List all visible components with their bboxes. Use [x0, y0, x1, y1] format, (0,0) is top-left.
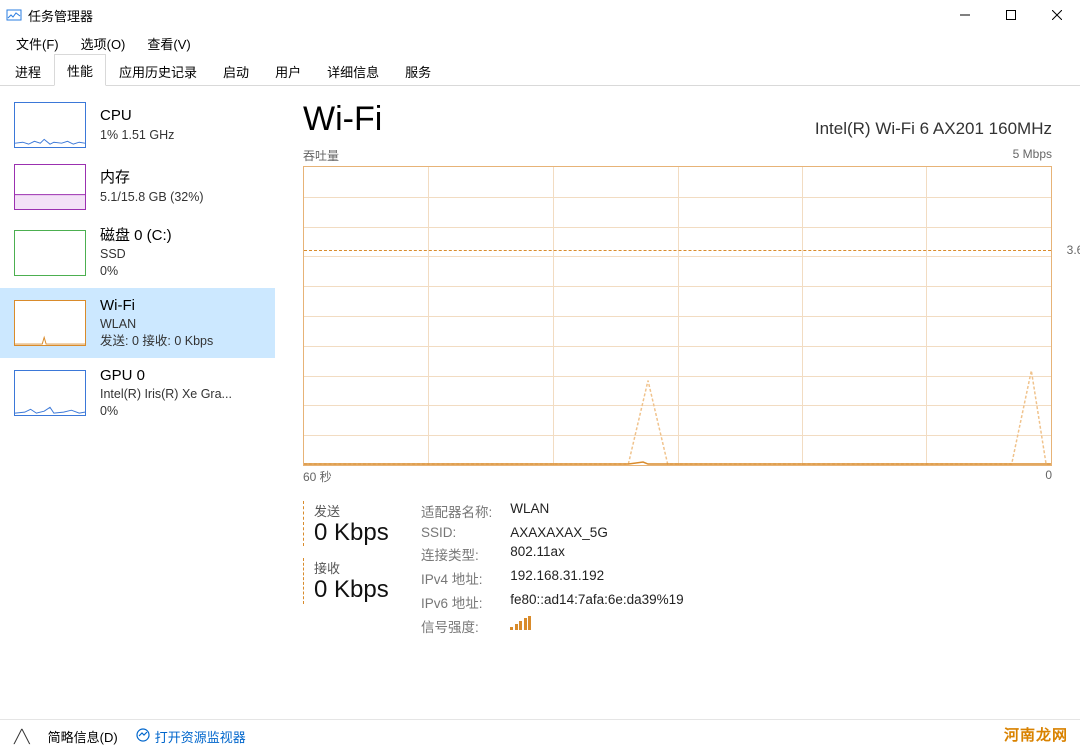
disk-title: 磁盘 0 (C:) [100, 226, 172, 246]
tab-performance[interactable]: 性能 [54, 54, 106, 86]
info-conn-k: 连接类型: [421, 544, 492, 564]
status-bar: ╱╲ 简略信息(D) 打开资源监视器 [0, 719, 1080, 753]
maximize-button[interactable] [988, 0, 1034, 30]
recv-value: 0 Kbps [314, 577, 393, 603]
adapter-name: Intel(R) Wi-Fi 6 AX201 160MHz [815, 119, 1052, 139]
gpu-thumbnail [14, 370, 86, 416]
window-controls [942, 0, 1080, 30]
graph-bottom-right-label: 0 [1045, 468, 1052, 485]
window-title: 任务管理器 [28, 6, 93, 25]
resource-monitor-icon [136, 728, 150, 745]
memory-thumbnail [14, 164, 86, 210]
disk-sub1: SSD [100, 246, 172, 263]
throughput-graph[interactable] [303, 166, 1052, 466]
recv-label: 接收 [314, 558, 393, 577]
tab-processes[interactable]: 进程 [2, 55, 54, 86]
tab-services[interactable]: 服务 [392, 55, 444, 86]
disk-thumbnail [14, 230, 86, 276]
info-conn-v: 802.11ax [510, 544, 683, 564]
memory-sub: 5.1/15.8 GB (32%) [100, 189, 204, 206]
tab-strip: 进程 性能 应用历史记录 启动 用户 详细信息 服务 [0, 56, 1080, 86]
graph-top-left-label: 吞吐量 [303, 147, 339, 164]
performance-sidebar: CPU 1% 1.51 GHz 内存 5.1/15.8 GB (32%) 磁盘 … [0, 86, 275, 719]
minimize-button[interactable] [942, 0, 988, 30]
memory-title: 内存 [100, 168, 204, 188]
info-ipv6-v: fe80::ad14:7afa:6e:da39%19 [510, 592, 683, 612]
info-signal-k: 信号强度: [421, 616, 492, 636]
send-label: 发送 [314, 501, 393, 520]
graph-top-right-label: 5 Mbps [1013, 147, 1052, 164]
cpu-thumbnail [14, 102, 86, 148]
signal-bars-icon [510, 616, 531, 630]
throughput-line [304, 167, 1051, 465]
info-adapter-k: 适配器名称: [421, 501, 492, 521]
menu-options[interactable]: 选项(O) [71, 31, 136, 56]
info-ssid-v: AXAXAXAX_5G [510, 525, 683, 540]
open-resource-monitor-label: 打开资源监视器 [155, 727, 246, 746]
disk-sub2: 0% [100, 263, 172, 280]
close-button[interactable] [1034, 0, 1080, 30]
page-title: Wi-Fi [303, 100, 382, 139]
fewer-details-link[interactable]: 简略信息(D) [48, 727, 118, 746]
wifi-sub2: 发送: 0 接收: 0 Kbps [100, 333, 213, 350]
tab-startup[interactable]: 启动 [210, 55, 262, 86]
sidebar-item-disk[interactable]: 磁盘 0 (C:) SSD 0% [0, 218, 275, 288]
app-icon [6, 7, 22, 23]
tab-users[interactable]: 用户 [262, 55, 314, 86]
stats-area: 发送 0 Kbps 接收 0 Kbps 适配器名称: WLAN SSID: AX… [303, 501, 1052, 636]
gpu-sub2: 0% [100, 403, 232, 420]
gpu-title: GPU 0 [100, 366, 232, 386]
guide-label: 3.6 Mbps [1067, 243, 1080, 257]
graph-bottom-left-label: 60 秒 [303, 468, 332, 485]
chevron-up-icon[interactable]: ╱╲ [14, 729, 30, 745]
info-ipv4-v: 192.168.31.192 [510, 568, 683, 588]
sidebar-item-wifi[interactable]: Wi-Fi WLAN 发送: 0 接收: 0 Kbps [0, 288, 275, 358]
cpu-title: CPU [100, 106, 174, 126]
open-resource-monitor-link[interactable]: 打开资源监视器 [136, 727, 246, 746]
tab-app-history[interactable]: 应用历史记录 [106, 55, 210, 86]
sidebar-item-cpu[interactable]: CPU 1% 1.51 GHz [0, 94, 275, 156]
wifi-thumbnail [14, 300, 86, 346]
menu-file[interactable]: 文件(F) [6, 31, 69, 56]
send-value: 0 Kbps [314, 520, 393, 546]
cpu-sub: 1% 1.51 GHz [100, 127, 174, 144]
tab-details[interactable]: 详细信息 [314, 55, 392, 86]
info-adapter-v: WLAN [510, 501, 683, 521]
info-signal-v [510, 616, 683, 636]
menu-view[interactable]: 查看(V) [137, 31, 200, 56]
throughput-graph-container: 3.6 Mbps [303, 166, 1052, 466]
info-ipv4-k: IPv4 地址: [421, 568, 492, 588]
sidebar-item-memory[interactable]: 内存 5.1/15.8 GB (32%) [0, 156, 275, 218]
wifi-sub1: WLAN [100, 316, 213, 333]
detail-pane: Wi-Fi Intel(R) Wi-Fi 6 AX201 160MHz 吞吐量 … [275, 86, 1080, 719]
menu-bar: 文件(F) 选项(O) 查看(V) [0, 30, 1080, 56]
sidebar-item-gpu[interactable]: GPU 0 Intel(R) Iris(R) Xe Gra... 0% [0, 358, 275, 428]
info-ipv6-k: IPv6 地址: [421, 592, 492, 612]
wifi-title: Wi-Fi [100, 296, 213, 316]
connection-info: 适配器名称: WLAN SSID: AXAXAXAX_5G 连接类型: 802.… [421, 501, 684, 636]
info-ssid-k: SSID: [421, 525, 492, 540]
gpu-sub1: Intel(R) Iris(R) Xe Gra... [100, 386, 232, 403]
title-bar: 任务管理器 [0, 0, 1080, 30]
